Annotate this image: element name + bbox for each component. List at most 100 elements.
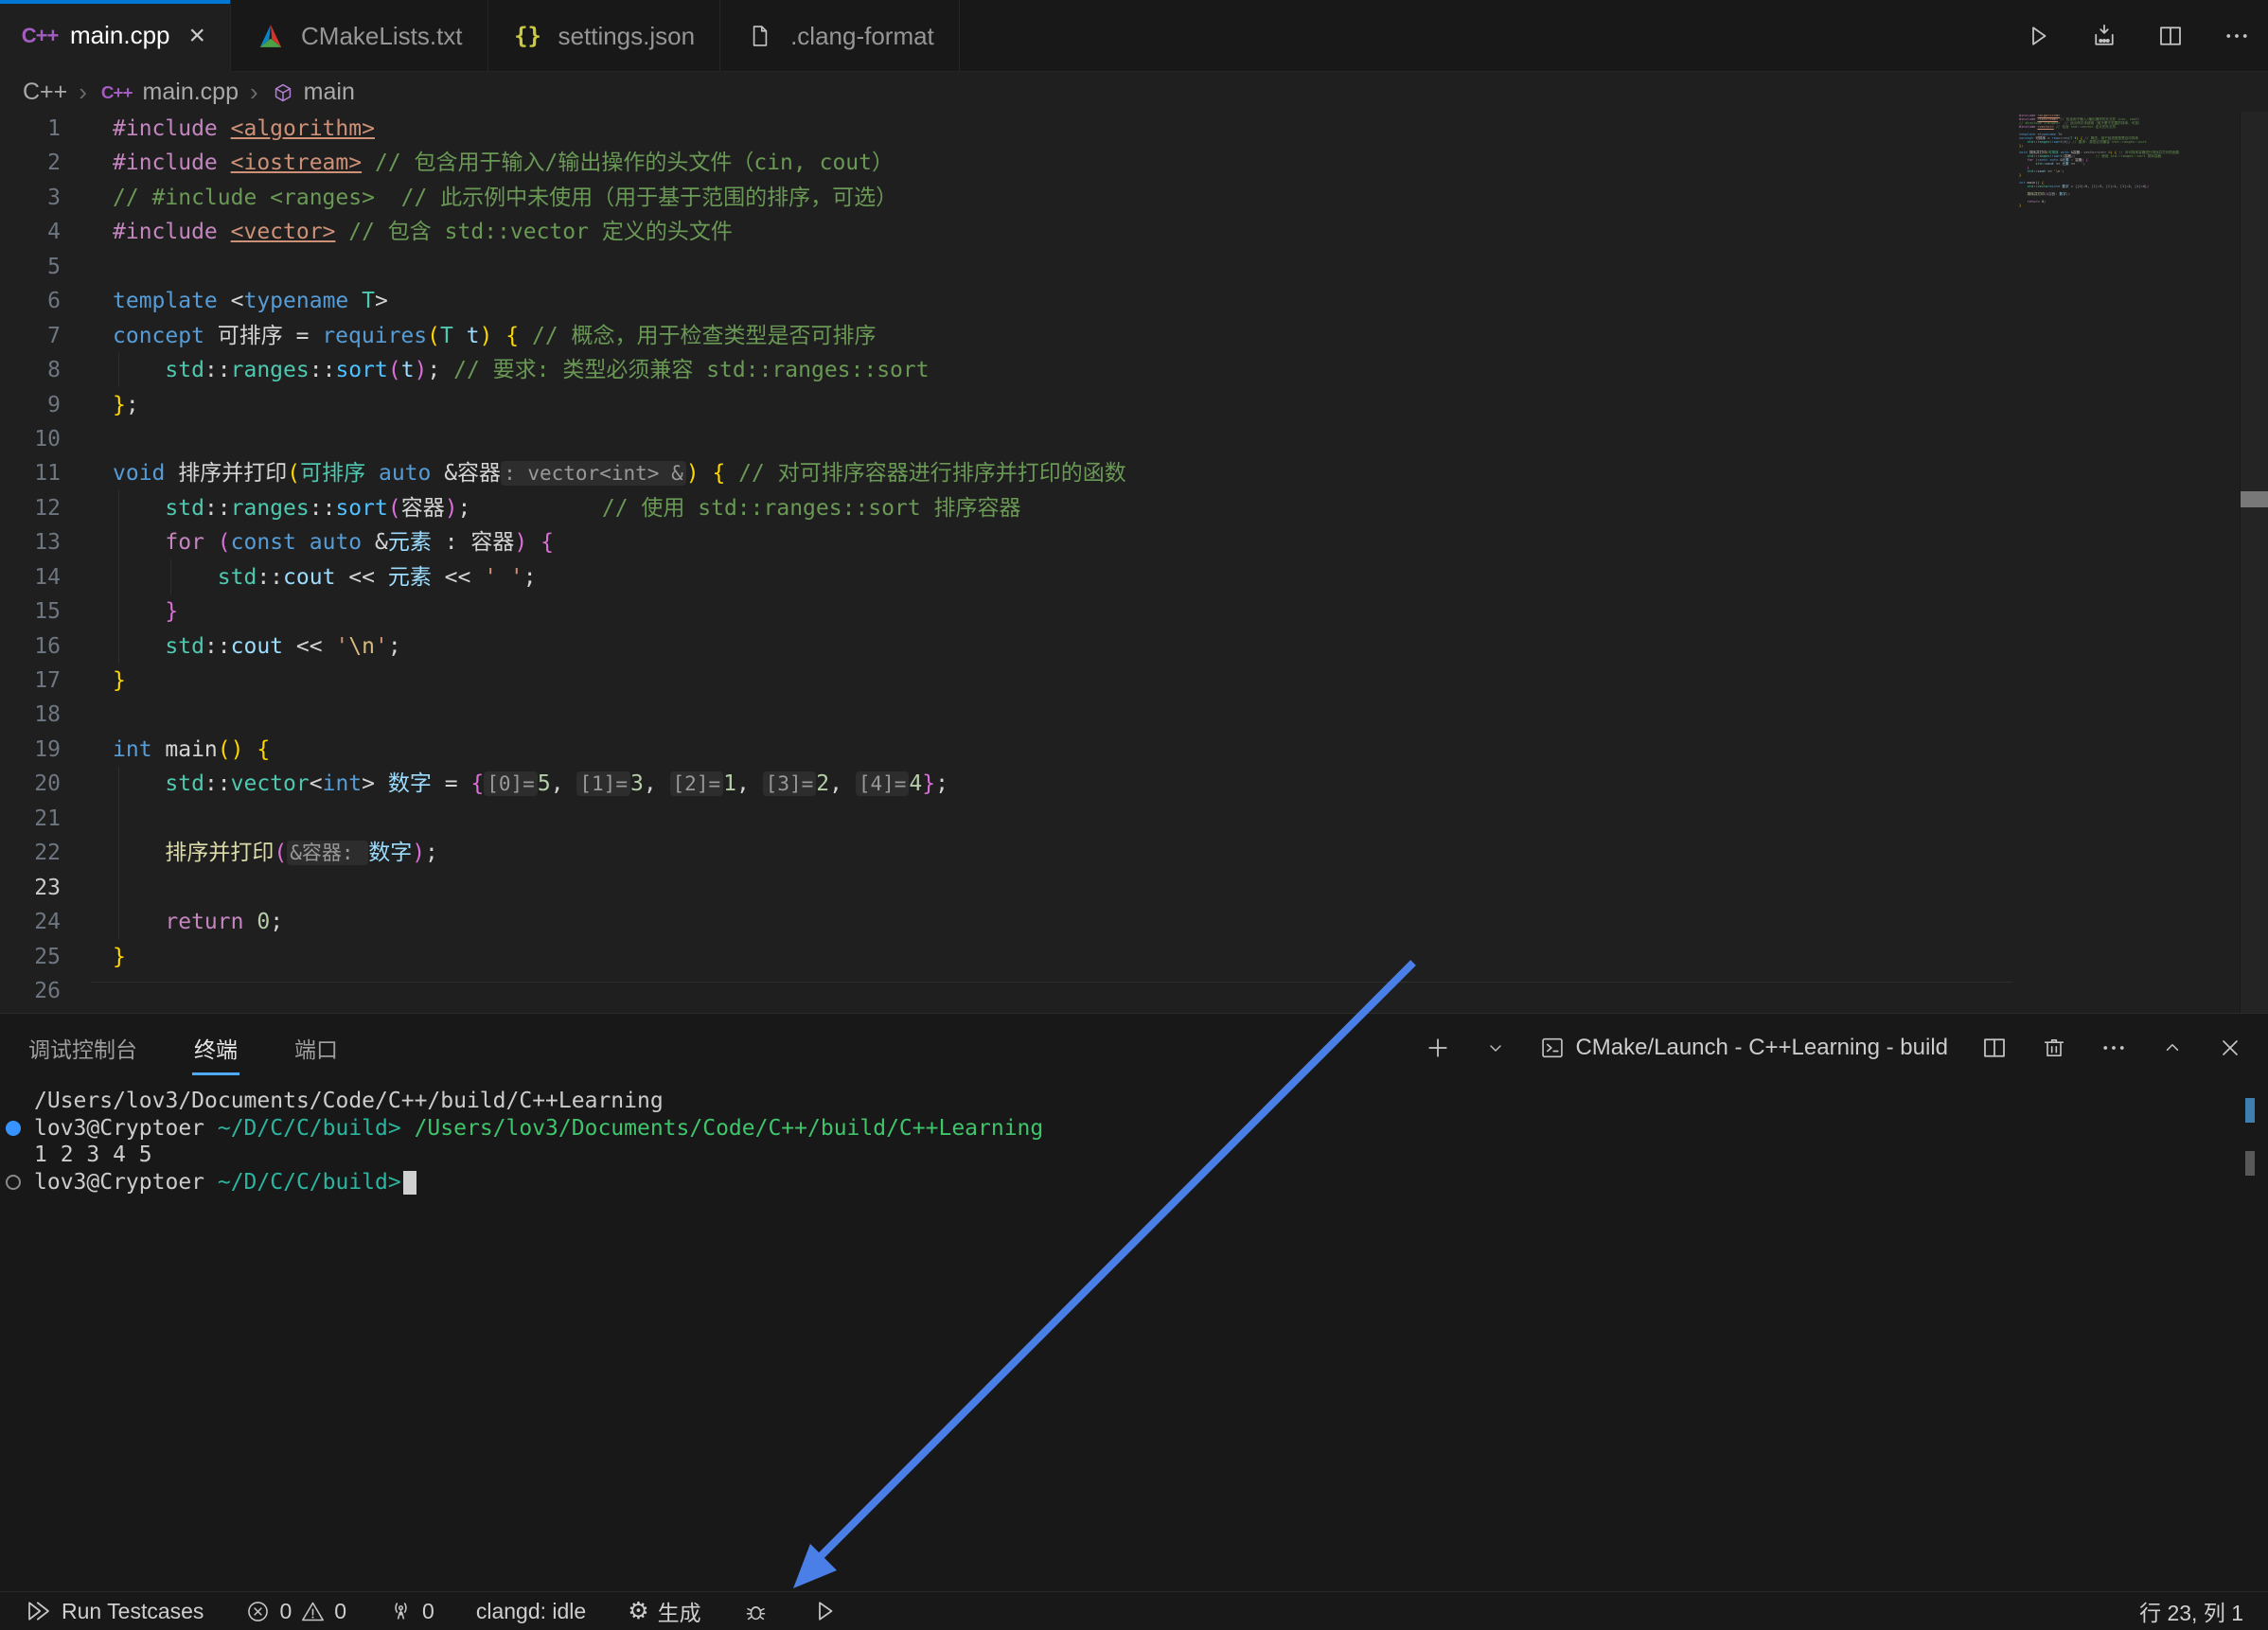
split-editor-button[interactable]	[2156, 22, 2185, 50]
problems-indicator[interactable]: 00	[245, 1599, 346, 1624]
clangd-status[interactable]: clangd: idle	[476, 1599, 586, 1624]
minimap-line	[2019, 207, 2191, 211]
code-line-25: }	[113, 940, 1126, 974]
terminal-profile-dropdown[interactable]	[1484, 1036, 1507, 1059]
line-number: 17	[0, 664, 85, 698]
run-below-button[interactable]	[2090, 22, 2118, 50]
terminal-line: lov3@Cryptoer ~/D/C/C/build> /Users/lov3…	[0, 1115, 2234, 1143]
tab-label: settings.json	[558, 22, 696, 51]
warning-icon	[300, 1599, 326, 1624]
line-number: 18	[0, 698, 85, 732]
cursor-position[interactable]: 行 23, 列 1	[2139, 1595, 2243, 1627]
code-line-10	[113, 422, 1126, 456]
terminal-instance-label: CMake/Launch - C++Learning - build	[1575, 1035, 1948, 1061]
status-bar: Run Testcases000clangd: idle⚙生成行 23, 列 1	[0, 1591, 2268, 1630]
line-number: 7	[0, 319, 85, 353]
code-line-16: std::cout << '\n';	[113, 629, 1126, 664]
panel-tab-调试控制台[interactable]: 调试控制台	[27, 1019, 139, 1077]
symbol-method-icon	[272, 81, 294, 104]
line-number: 21	[0, 802, 85, 836]
ports-indicator[interactable]: 0	[388, 1599, 434, 1624]
minimap[interactable]: #include <algorithm>#include <iostream> …	[2019, 115, 2191, 211]
panel-tab-端口[interactable]: 端口	[292, 1019, 340, 1077]
more-actions-button[interactable]	[2223, 22, 2251, 50]
indent-guide	[118, 490, 119, 664]
tab-bar: C++main.cpp× CMakeLists.txt {} settings.jso…	[0, 0, 2268, 72]
code-line-1: #include <algorithm>	[113, 112, 1126, 146]
bug-icon	[743, 1599, 769, 1624]
gear-icon: ⚙	[628, 1597, 648, 1625]
maximize-panel-button[interactable]	[2160, 1036, 2185, 1060]
code-line-12: std::ranges::sort(容器); // 使用 std::ranges…	[113, 491, 1126, 525]
bottom-panel: 调试控制台终端端口 CMake/Launch - C++Learning - b…	[0, 1013, 2268, 1591]
tab-CMakeLists.txt[interactable]: CMakeLists.txt	[231, 0, 488, 72]
line-number: 1	[0, 112, 85, 146]
command-decoration-hollow[interactable]	[6, 1175, 21, 1190]
panel-tab-strip: 调试控制台终端端口	[27, 1014, 340, 1082]
code-line-11: void 排序并打印(可排序 auto &容器: vector<int> &) …	[113, 456, 1126, 490]
terminal-line: /Users/lov3/Documents/Code/C++/build/C++…	[0, 1088, 2234, 1115]
ellipsis-icon	[2100, 1034, 2128, 1062]
code-line-26	[113, 974, 1126, 1008]
terminal-output[interactable]: /Users/lov3/Documents/Code/C++/build/C++…	[0, 1088, 2234, 1196]
tab-settings.json[interactable]: {} settings.json	[488, 0, 721, 72]
close-icon[interactable]: ×	[189, 20, 206, 52]
overview-ruler-cursor-marker	[2241, 491, 2268, 507]
tab-main.cpp[interactable]: C++main.cpp×	[0, 0, 231, 72]
trash-icon	[2041, 1035, 2067, 1061]
code-line-23	[113, 871, 1126, 905]
code-content: #include <algorithm>#include <iostream> …	[113, 112, 1126, 1008]
code-editor[interactable]: 1234567891011121314151617181920212223242…	[0, 112, 2268, 1013]
terminal-instance-item[interactable]: CMake/Launch - C++Learning - build	[1539, 1035, 1948, 1061]
cmake-icon	[256, 22, 286, 50]
json-icon: {}	[513, 23, 543, 49]
terminal-icon	[1539, 1035, 1566, 1061]
close-icon	[2217, 1035, 2243, 1061]
line-number: 19	[0, 733, 85, 767]
new-terminal-button[interactable]	[1424, 1034, 1452, 1062]
breadcrumb-item-main[interactable]: main	[270, 79, 355, 106]
split-terminal-button[interactable]	[1980, 1034, 2009, 1062]
terminal-scroll-prompt-marker	[2245, 1151, 2255, 1176]
line-number: 15	[0, 594, 85, 629]
indent-guide	[118, 353, 119, 387]
code-line-8: std::ranges::sort(t); // 要求: 类型必须兼容 std:…	[113, 353, 1126, 387]
breadcrumb-item-C++[interactable]: C++	[23, 79, 67, 106]
run-button[interactable]	[2024, 22, 2052, 50]
cmake-build-button[interactable]: ⚙生成	[628, 1595, 700, 1627]
run-all-icon	[25, 1597, 53, 1625]
command-decoration-filled[interactable]	[6, 1121, 21, 1136]
plus-icon	[1424, 1034, 1452, 1062]
line-number: 3	[0, 181, 85, 215]
chevron-down-icon	[1484, 1036, 1507, 1059]
run-testcases-button[interactable]: Run Testcases	[25, 1597, 204, 1625]
breadcrumb-label: C++	[23, 79, 67, 106]
panel-more-actions-button[interactable]	[2100, 1034, 2128, 1062]
debug-button[interactable]	[743, 1599, 769, 1624]
line-number: 16	[0, 629, 85, 664]
close-panel-button[interactable]	[2217, 1035, 2243, 1061]
tab-label: CMakeLists.txt	[301, 22, 463, 51]
code-line-22: 排序并打印(&容器: 数字);	[113, 836, 1126, 870]
code-line-20: std::vector<int> 数字 = {[0]=5, [1]=3, [2]…	[113, 767, 1126, 801]
line-number: 5	[0, 250, 85, 284]
tab-.clang-format[interactable]: .clang-format	[720, 0, 960, 72]
panel-tab-终端[interactable]: 终端	[192, 1019, 239, 1077]
code-line-2: #include <iostream> // 包含用于输入/输出操作的头文件（c…	[113, 146, 1126, 180]
breadcrumb-item-main.cpp[interactable]: C++main.cpp	[98, 79, 239, 106]
overview-ruler[interactable]	[2240, 112, 2268, 1013]
play-icon	[2024, 22, 2052, 50]
line-number: 12	[0, 491, 85, 525]
cpp-file-icon: C++	[101, 81, 133, 102]
tab-label: .clang-format	[790, 22, 934, 51]
indent-guide	[118, 767, 119, 940]
split-icon	[1980, 1034, 2009, 1062]
code-line-9: };	[113, 388, 1126, 422]
kill-terminal-button[interactable]	[2041, 1035, 2067, 1061]
code-line-13: for (const auto &元素 : 容器) {	[113, 525, 1126, 559]
run-target-button[interactable]	[810, 1597, 839, 1625]
line-number: 6	[0, 284, 85, 318]
terminal-scroll-command-marker	[2245, 1098, 2255, 1123]
breadcrumb: C++›C++main.cpp›main	[0, 73, 2268, 112]
code-line-21	[113, 802, 1126, 836]
